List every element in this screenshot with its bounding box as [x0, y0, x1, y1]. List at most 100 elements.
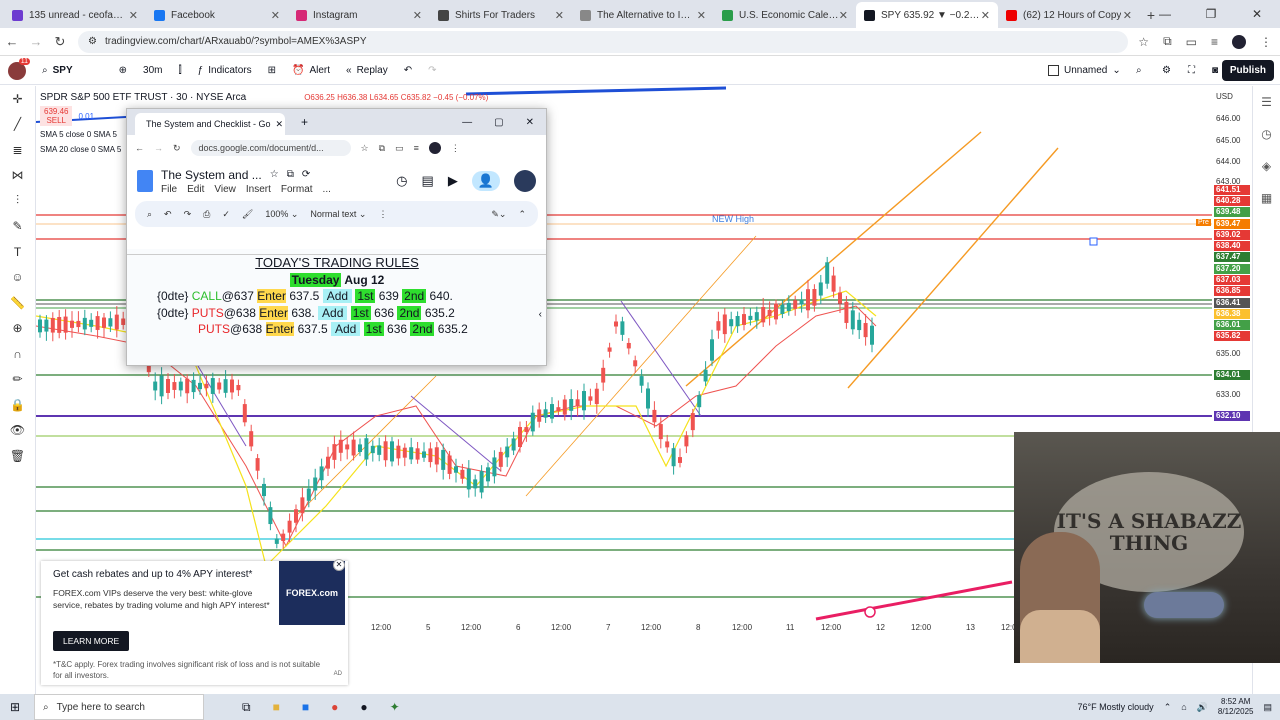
collapse-menus-icon[interactable]: ⌃	[518, 209, 526, 220]
browser-tab[interactable]: SPY 635.92 ▼ −0.2% Unna✕	[856, 2, 998, 28]
profile-avatar[interactable]	[1232, 34, 1246, 49]
forex-ad[interactable]: Get cash rebates and up to 4% APY intere…	[41, 559, 348, 685]
gdoc-forward-icon[interactable]: →	[154, 143, 163, 153]
forward-icon[interactable]: →	[24, 34, 48, 49]
history-icon[interactable]: ◷	[396, 173, 407, 189]
gdoc-menu-lines-icon[interactable]: ≡	[414, 143, 419, 153]
share-icon[interactable]: 👤	[471, 171, 500, 191]
taskbar-search[interactable]: ⌕ Type here to search	[34, 694, 204, 720]
quick-search-icon[interactable]: ⌕	[1128, 57, 1150, 85]
tradingview-app-icon[interactable]: ✦	[390, 700, 400, 715]
doc-menu-item[interactable]: Format	[281, 184, 313, 195]
magnet-icon[interactable]: ∩	[0, 341, 35, 367]
browser-tab[interactable]: Facebook ✕	[146, 2, 288, 28]
doc-menu-item[interactable]: Insert	[246, 184, 271, 195]
task-view-icon[interactable]: ⧉	[242, 700, 251, 715]
volume-icon[interactable]: 🔊	[1197, 702, 1208, 713]
tab-close-icon[interactable]: ✕	[271, 9, 280, 22]
bookmark-star-icon[interactable]: ☆	[1138, 35, 1149, 49]
url-field[interactable]: ⚙ tradingview.com/chart/ARxauab0/?symbol…	[78, 30, 1128, 53]
gdoc-tab-icon[interactable]: ▭	[395, 143, 404, 154]
fib-tool-icon[interactable]: ≣	[0, 137, 35, 163]
gdoc-more-tools-icon[interactable]: ⋮	[378, 209, 387, 220]
interval-button[interactable]: 30m	[135, 57, 170, 85]
gdoc-new-tab-button[interactable]: +	[301, 115, 308, 129]
obs-icon[interactable]: ●	[360, 700, 367, 715]
editing-mode-icon[interactable]: ✎⌄	[491, 209, 506, 220]
eye-icon[interactable]: 👁	[0, 418, 35, 444]
zoom-in-icon[interactable]: ⊕	[0, 316, 35, 342]
doc-menu-item[interactable]: View	[214, 184, 236, 195]
network-icon[interactable]: ⌂	[1181, 702, 1186, 712]
gdoc-restore-icon[interactable]: ▢	[494, 117, 503, 128]
move-icon[interactable]: ⧉	[287, 169, 294, 180]
file-explorer-icon[interactable]: ■	[273, 700, 280, 715]
brush-icon[interactable]: ✎	[0, 214, 35, 240]
layers-icon[interactable]: ◈	[1253, 150, 1280, 182]
lock-drawing-icon[interactable]: ✏	[0, 367, 35, 393]
back-icon[interactable]: ←	[0, 34, 24, 49]
ad-close-icon[interactable]: ✕	[333, 559, 345, 571]
emoji-icon[interactable]: ☺	[0, 265, 35, 291]
tab-close-icon[interactable]: ✕	[276, 119, 284, 130]
gdoc-star-icon[interactable]: ☆	[361, 143, 369, 154]
doc-page[interactable]: TODAY'S TRADING RULES Tuesday Aug 12 {0d…	[127, 249, 546, 365]
docs-logo-icon[interactable]	[137, 170, 153, 192]
gdoc-more-icon[interactable]: ⋮	[451, 143, 460, 154]
comments-icon[interactable]: ▤	[422, 173, 434, 189]
site-info-icon[interactable]: ⚙	[88, 36, 97, 47]
browser-tab[interactable]: 135 unread - ceofams@y✕	[4, 2, 146, 28]
undo-icon[interactable]: ↶	[396, 57, 420, 85]
minimize-icon[interactable]: —	[1142, 0, 1188, 28]
lock-icon[interactable]: 🔒	[0, 392, 35, 418]
gdoc-close-icon[interactable]: ✕	[526, 117, 534, 128]
layout-name[interactable]: Unnamed ⌄	[1040, 57, 1129, 85]
indicators-button[interactable]: ƒ Indicators	[190, 57, 260, 85]
gdoc-url-field[interactable]: docs.google.com/document/d...	[190, 140, 351, 156]
gdoc-redo-icon[interactable]: ↷	[184, 209, 192, 220]
close-icon[interactable]: ✕	[1234, 0, 1280, 28]
templates-icon[interactable]: ⊞	[260, 57, 284, 85]
browser-tab[interactable]: The Alternative to IVF - De✕	[572, 2, 714, 28]
settings-gear-icon[interactable]: ⚙	[1154, 57, 1179, 85]
trend-line-icon[interactable]: ╱	[0, 112, 35, 138]
clock[interactable]: 8:52 AM 8/12/2025	[1218, 697, 1254, 717]
gdoc-reload-icon[interactable]: ↻	[173, 143, 181, 154]
gdoc-tab[interactable]: The System and Checklist - Go ✕	[135, 113, 285, 135]
trash-icon[interactable]: 🗑	[0, 443, 35, 469]
doc-collapse-icon[interactable]: ‹	[539, 309, 542, 320]
bar-style-icon[interactable]: ⫿	[170, 57, 189, 85]
account-avatar[interactable]	[514, 170, 536, 192]
paint-format-icon[interactable]: 🖌	[242, 209, 253, 220]
grid-icon[interactable]: ▦	[1253, 182, 1280, 214]
replay-button[interactable]: «Replay	[338, 57, 396, 85]
gdoc-profile-avatar[interactable]	[428, 142, 441, 154]
add-symbol-icon[interactable]: ⊕	[111, 57, 135, 85]
style-select[interactable]: Normal text ⌄	[310, 209, 366, 220]
browser-tab[interactable]: Instagram ✕	[288, 2, 430, 28]
fullscreen-icon[interactable]: ⛶	[1180, 57, 1203, 85]
start-icon[interactable]: ⊞	[10, 700, 20, 714]
learn-more-button[interactable]: LEARN MORE	[53, 631, 130, 651]
tab-close-icon[interactable]: ✕	[1123, 9, 1132, 22]
browser-tab[interactable]: Shirts For Traders ✕	[430, 2, 572, 28]
gdoc-search-icon[interactable]: ⌕	[147, 209, 152, 220]
reload-icon[interactable]: ↻	[48, 34, 72, 50]
store-icon[interactable]: ■	[302, 700, 309, 715]
alert-button[interactable]: ⏰ Alert	[284, 57, 338, 85]
symbol-search[interactable]: ⌕ SPY	[34, 57, 81, 85]
doc-title[interactable]: The System and ...	[161, 168, 262, 182]
text-tool-icon[interactable]: T	[0, 239, 35, 265]
gdoc-minimize-icon[interactable]: —	[462, 117, 472, 128]
weather-widget[interactable]: 76°F Mostly cloudy	[1078, 702, 1154, 712]
chrome-icon[interactable]: ●	[331, 700, 338, 715]
meet-icon[interactable]: ▶	[448, 173, 458, 189]
watchlist-icon[interactable]: ☰	[1253, 86, 1280, 118]
tab-close-icon[interactable]: ✕	[413, 9, 422, 22]
browser-tab[interactable]: U.S. Economic Calendar -✕	[714, 2, 856, 28]
spellcheck-icon[interactable]: ✓	[222, 209, 230, 220]
redo-icon[interactable]: ↷	[420, 57, 444, 85]
clock-icon[interactable]: ◷	[1253, 118, 1280, 150]
browser-tab[interactable]: (62) 12 Hours of Copy ✕	[998, 2, 1140, 28]
tab-close-icon[interactable]: ✕	[697, 9, 706, 22]
